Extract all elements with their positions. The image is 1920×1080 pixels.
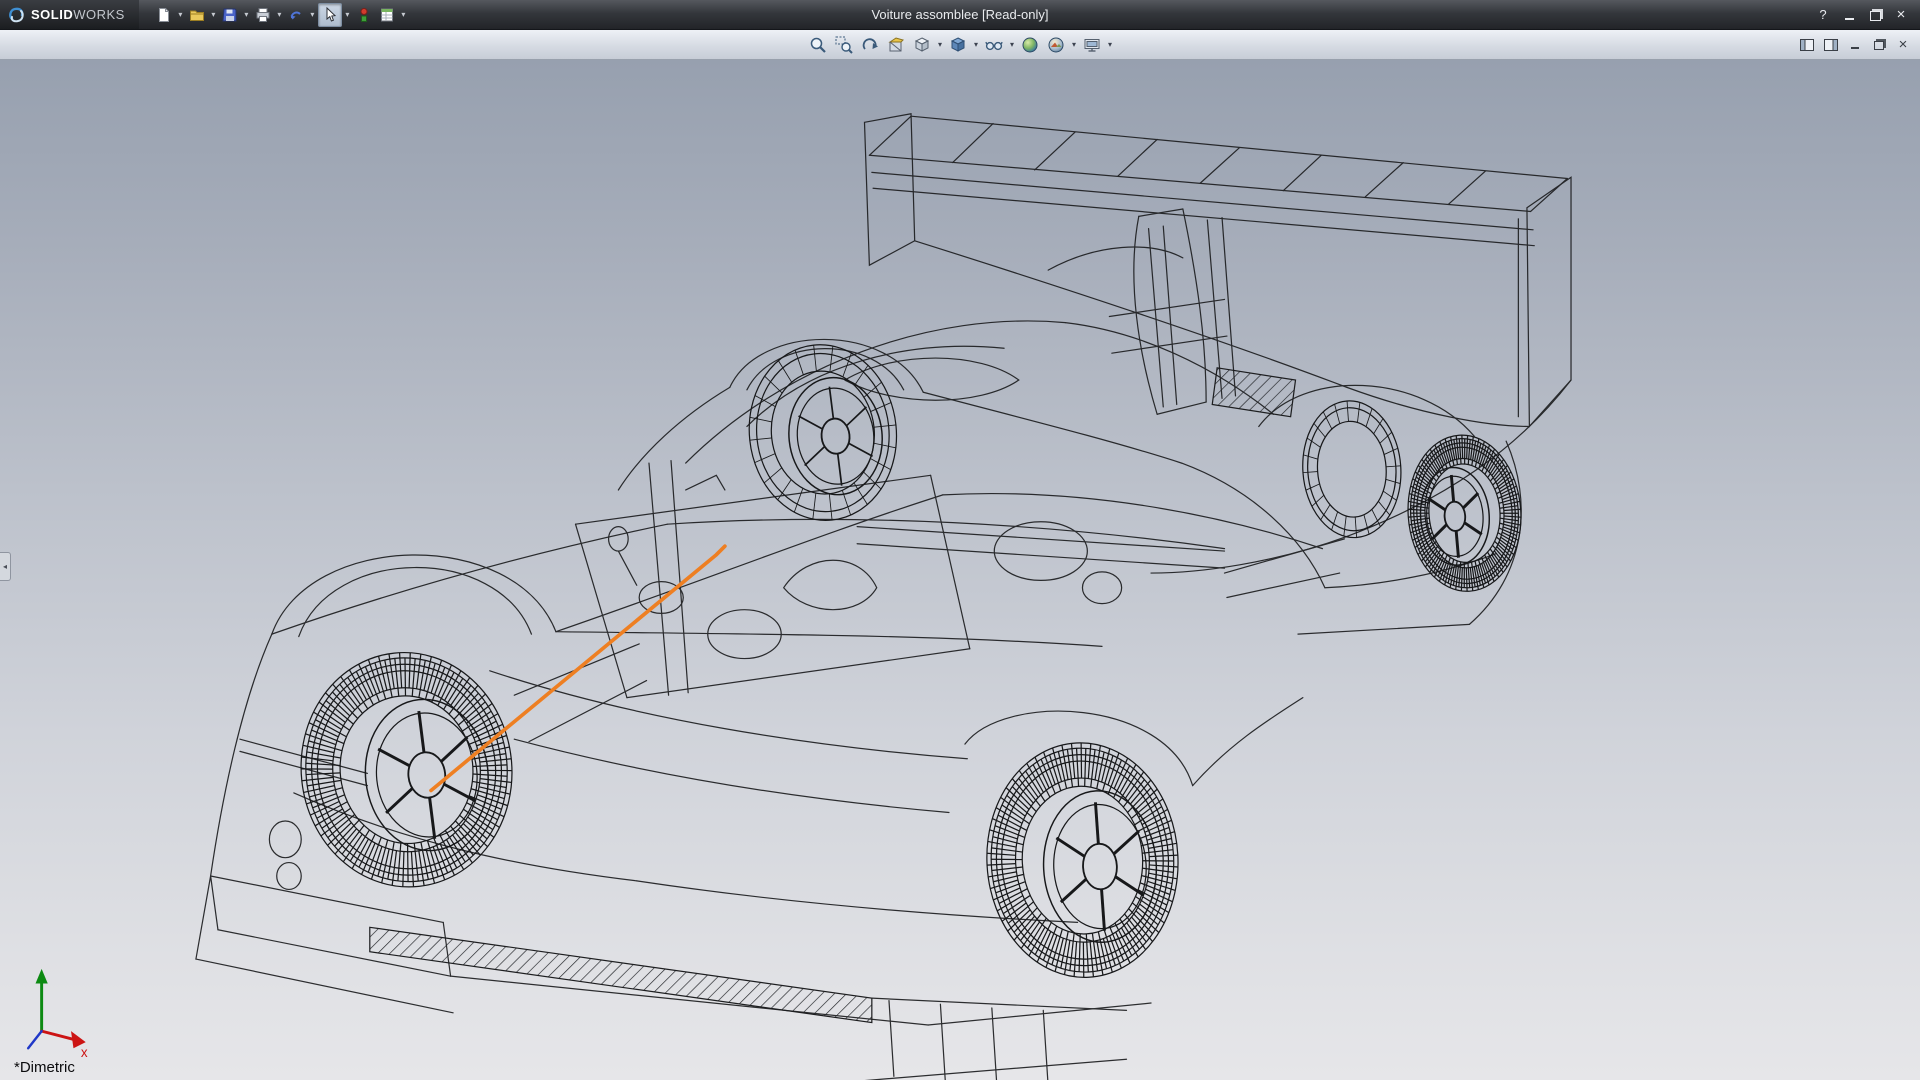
select-dropdown[interactable]: ▾: [343, 10, 352, 19]
triad-x-label: x: [81, 1045, 88, 1060]
print-button[interactable]: [252, 4, 274, 26]
view-orientation-button[interactable]: [910, 33, 934, 57]
pane-right-icon: [1824, 39, 1838, 51]
wireframe-model: x: [0, 60, 1920, 1080]
view-orientation-dropdown[interactable]: ▾: [936, 40, 944, 49]
hide-show-items-dropdown[interactable]: ▾: [1008, 40, 1016, 49]
doc-restore-button[interactable]: [1870, 37, 1888, 53]
wheels-layer: [290, 337, 1527, 982]
doc-minimize-button[interactable]: [1846, 37, 1864, 53]
new-document-dropdown[interactable]: ▾: [176, 10, 185, 19]
apply-scene-dropdown[interactable]: ▾: [1070, 40, 1078, 49]
open-folder-icon: [189, 7, 205, 23]
display-style-cube-icon: [949, 36, 967, 54]
restore-button[interactable]: [1864, 6, 1886, 24]
heads-up-view-toolbar: ▾ ▾ ▾: [806, 33, 1114, 57]
feature-panel-collapse-tab[interactable]: ◂: [0, 552, 11, 581]
save-dropdown[interactable]: ▾: [242, 10, 251, 19]
main-toolbar: ▾ ▾ ▾: [153, 3, 408, 27]
apply-scene-button[interactable]: [1044, 33, 1068, 57]
zoom-to-area-button[interactable]: [832, 33, 856, 57]
print-icon: [255, 7, 271, 23]
file-properties-icon: [379, 7, 395, 23]
edit-appearance-button[interactable]: [1018, 33, 1042, 57]
show-pane-left-button[interactable]: [1798, 37, 1816, 53]
previous-view-icon: [861, 36, 879, 54]
edit-appearance-ball-icon: [1021, 36, 1039, 54]
open-dropdown[interactable]: ▾: [209, 10, 218, 19]
minimize-button[interactable]: [1838, 6, 1860, 24]
view-settings-icon: [1083, 36, 1101, 54]
selection-filter-icon: [356, 7, 372, 23]
graphics-viewport[interactable]: x ◂ *Dimetric: [0, 60, 1920, 1080]
undo-dropdown[interactable]: ▾: [308, 10, 317, 19]
undo-button[interactable]: [285, 4, 307, 26]
hide-show-glasses-icon: [985, 36, 1003, 54]
window-controls: ? ×: [1812, 6, 1920, 24]
zoom-to-fit-button[interactable]: [806, 33, 830, 57]
open-button[interactable]: [186, 4, 208, 26]
selection-filter-button[interactable]: [353, 4, 375, 26]
hide-show-items-button[interactable]: [982, 33, 1006, 57]
restore-icon: [1870, 11, 1881, 21]
section-view-icon: [887, 36, 905, 54]
zoom-to-area-icon: [835, 36, 853, 54]
new-document-icon: [156, 7, 172, 23]
rear-radiator-hatch: [1212, 368, 1295, 417]
section-view-button[interactable]: [884, 33, 908, 57]
undo-icon: [288, 7, 304, 23]
title-bar: SOLIDWORKS ▾ ▾: [0, 0, 1920, 30]
solidworks-logo: SOLIDWORKS: [0, 0, 139, 29]
select-tool-button[interactable]: [318, 3, 342, 27]
save-button[interactable]: [219, 4, 241, 26]
brand-works: WORKS: [73, 7, 125, 22]
view-settings-dropdown[interactable]: ▾: [1106, 40, 1114, 49]
zoom-to-fit-icon: [809, 36, 827, 54]
dassault-3ds-logo-icon: [8, 6, 26, 24]
view-orientation-cube-icon: [913, 36, 931, 54]
display-style-dropdown[interactable]: ▾: [972, 40, 980, 49]
minimize-icon: [1845, 10, 1854, 20]
display-style-button[interactable]: [946, 33, 970, 57]
new-document-button[interactable]: [153, 4, 175, 26]
doc-restore-icon: [1874, 41, 1884, 50]
view-orientation-label: *Dimetric: [14, 1059, 75, 1076]
save-floppy-icon: [222, 7, 238, 23]
selected-edge[interactable]: [431, 546, 725, 790]
select-cursor-icon: [322, 7, 338, 23]
doc-minimize-icon: [1851, 40, 1859, 49]
pane-left-icon: [1800, 39, 1814, 51]
brand-text: SOLIDWORKS: [31, 7, 125, 22]
file-properties-button[interactable]: [376, 4, 398, 26]
doc-close-button[interactable]: ×: [1894, 37, 1912, 53]
view-settings-button[interactable]: [1080, 33, 1104, 57]
file-properties-dropdown[interactable]: ▾: [399, 10, 408, 19]
brand-solid: SOLID: [31, 7, 73, 22]
show-pane-right-button[interactable]: [1822, 37, 1840, 53]
orientation-triad: x: [28, 969, 88, 1060]
print-dropdown[interactable]: ▾: [275, 10, 284, 19]
help-button[interactable]: ?: [1812, 6, 1834, 24]
view-toolbar-row: ▾ ▾ ▾: [0, 30, 1920, 60]
close-button[interactable]: ×: [1890, 6, 1912, 24]
apply-scene-ball-icon: [1047, 36, 1065, 54]
document-window-controls: ×: [1798, 37, 1920, 53]
solidworks-window: SOLIDWORKS ▾ ▾: [0, 0, 1920, 1080]
previous-view-button[interactable]: [858, 33, 882, 57]
